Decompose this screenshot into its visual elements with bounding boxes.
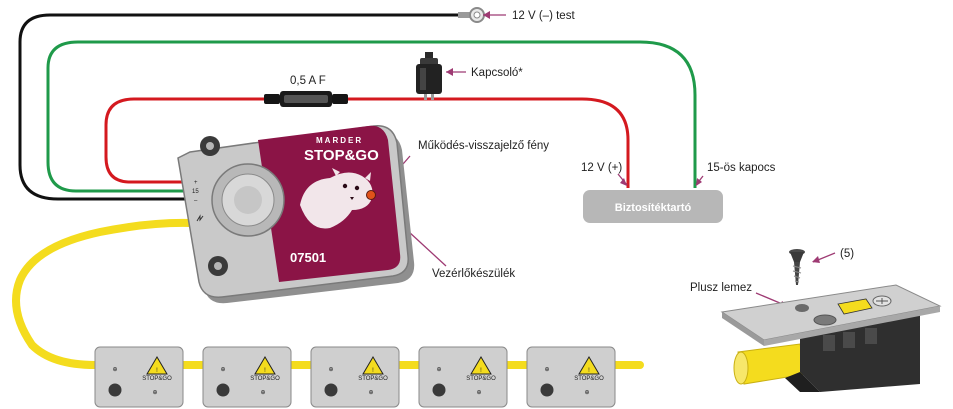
led-label: Működés-visszajelző fény	[418, 140, 549, 152]
wiring-diagram: MARDER STOP&GO 07501 + 15 – Biztosítékta…	[12, 7, 942, 408]
electrode-plate: ⊕ ! STOP&GO ⊕	[526, 346, 616, 408]
switch-icon	[416, 52, 442, 100]
pin-15-label: 15	[192, 189, 199, 195]
plus12-label: 12 V (+)	[581, 162, 622, 174]
plate-detail	[720, 249, 942, 392]
brand-top-text: MARDER	[316, 136, 363, 145]
svg-text:⊕: ⊕	[368, 390, 373, 396]
status-led	[366, 190, 376, 200]
inline-fuse	[264, 91, 348, 107]
switch-arrowhead	[446, 68, 453, 76]
controller-device: MARDER STOP&GO 07501 + 15 –	[177, 125, 415, 304]
warning-label: STOP&GO	[358, 376, 388, 382]
svg-text:⊕: ⊕	[112, 367, 117, 373]
electrode-plate: ⊕ ! STOP&GO ⊕	[418, 346, 508, 408]
svg-text:⊕: ⊕	[152, 390, 157, 396]
terminal15-label: 15-ös kapocs	[707, 162, 776, 174]
electrode-plate: ⊕ ! STOP&GO ⊕	[94, 346, 184, 408]
switch-label: Kapcsoló*	[471, 67, 523, 79]
plus12-arrowhead	[620, 178, 627, 186]
electrode-plate: ⊕ ! STOP&GO ⊕	[202, 346, 292, 408]
warning-label: STOP&GO	[250, 376, 280, 382]
svg-text:⊕: ⊕	[476, 390, 481, 396]
ground-ring-terminal	[458, 7, 485, 23]
plate-label: Plusz lemez	[690, 282, 752, 294]
svg-text:⊕: ⊕	[436, 367, 441, 373]
electrode-plate: ⊕ ! STOP&GO ⊕	[310, 346, 400, 408]
fuse-label: 0,5 A F	[290, 75, 326, 87]
warning-label: STOP&GO	[574, 376, 604, 382]
svg-text:⊕: ⊕	[584, 390, 589, 396]
brand-main-text: STOP&GO	[304, 147, 379, 164]
fusebox-label: Biztosítéktartó	[615, 202, 692, 214]
svg-text:⊕: ⊕	[544, 367, 549, 373]
pin-plus-label: +	[194, 180, 198, 186]
controller-label: Vezérlőkészülék	[432, 268, 515, 280]
svg-text:⊕: ⊕	[220, 367, 225, 373]
svg-text:⊕: ⊕	[328, 367, 333, 373]
electrode-plates: ⊕ ! STOP&GO ⊕ ⊕ ! STOP&GO ⊕ ⊕ ! STOP&GO …	[94, 346, 616, 408]
model-number: 07501	[290, 250, 326, 265]
screw-count-label: (5)	[840, 248, 854, 260]
warning-label: STOP&GO	[142, 376, 172, 382]
fusebox: Biztosítéktartó	[583, 190, 723, 223]
test-label: 12 V (–) test	[512, 10, 575, 22]
screw-arrowhead	[812, 256, 820, 263]
warning-label: STOP&GO	[466, 376, 496, 382]
svg-text:⊕: ⊕	[260, 390, 265, 396]
screw-icon	[789, 249, 805, 285]
